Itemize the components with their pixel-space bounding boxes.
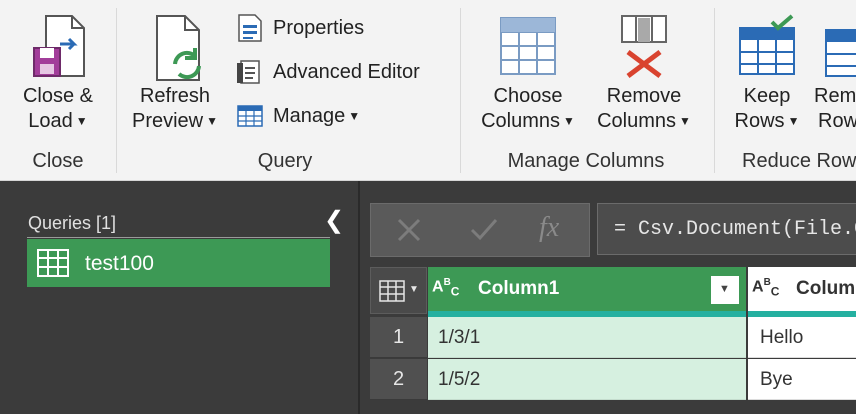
chevron-down-icon: ▼ [348, 109, 361, 123]
properties-icon [238, 14, 262, 42]
remove-columns-label-2: Columns [597, 110, 677, 132]
table-cell[interactable]: 1/5/2 [428, 359, 746, 400]
choose-columns-button[interactable]: Choose Columns ▼ [472, 10, 584, 135]
text-type-icon[interactable]: ABC [752, 277, 779, 299]
remove-rows-label-2: Rows [818, 110, 856, 132]
divider [27, 237, 330, 238]
chevron-down-icon: ▼ [563, 114, 575, 129]
advanced-editor-label: Advanced Editor [273, 60, 420, 83]
column-name: Column1 [478, 278, 560, 299]
separator [116, 8, 117, 173]
text-type-icon[interactable]: ABC [432, 277, 459, 299]
remove-columns-label-1: Remove [606, 85, 682, 107]
chevron-down-icon: ▼ [787, 114, 800, 129]
choose-columns-label-1: Choose [493, 85, 563, 107]
manage-label: Manage [273, 104, 346, 127]
advanced-editor-icon [237, 60, 260, 84]
filter-dropdown-button[interactable]: ▼ [711, 276, 739, 304]
query-group-label: Query [257, 150, 313, 172]
properties-button[interactable]: Properties [235, 12, 364, 44]
keep-rows-label-1: Keep [743, 85, 791, 107]
refresh-label-1: Refresh [139, 85, 211, 107]
keep-rows-icon [739, 14, 795, 75]
column-header-column1[interactable]: ABC ▼ [428, 267, 746, 314]
remove-columns-icon [621, 15, 667, 78]
formula-buttons: fx [370, 203, 590, 257]
ribbon: Close & Load ▼ Close Refresh Preview ▼ Pro… [0, 0, 856, 181]
check-icon[interactable] [469, 216, 499, 244]
manage-columns-group-label: Manage Columns [507, 150, 665, 172]
choose-columns-icon [500, 17, 556, 75]
separator [714, 8, 715, 173]
column2-name-text: Column2 [796, 278, 856, 299]
chevron-left-icon[interactable]: ❮ [324, 206, 344, 235]
table-cell[interactable]: Hello [748, 317, 856, 358]
pane-divider[interactable] [358, 181, 360, 414]
close-load-label-2: Load [28, 110, 73, 132]
manage-button[interactable]: Manage ▼ [235, 100, 360, 132]
remove-rows-button[interactable]: Remove Rows [812, 10, 856, 135]
chevron-down-icon: ▼ [409, 284, 419, 295]
column-name: Column2 [796, 278, 856, 300]
remove-columns-button[interactable]: Remove Columns ▼ [588, 10, 700, 135]
row-number[interactable]: 2 [370, 359, 427, 400]
chevron-down-icon: ▼ [719, 283, 730, 295]
choose-columns-label-2: Columns [481, 110, 561, 132]
fx-icon[interactable]: fx [539, 212, 559, 244]
close-group-label: Close [32, 150, 84, 172]
table-icon [379, 280, 405, 302]
formula-input[interactable]: = Csv.Document(File.Contents( [597, 203, 856, 255]
refresh-label-2: Preview [131, 110, 204, 132]
reduce-rows-label-text: Reduce Rows [742, 150, 856, 172]
row-number[interactable]: 1 [370, 317, 427, 358]
table-icon [237, 105, 263, 127]
refresh-preview-button[interactable]: Refresh Preview ▼ [125, 10, 225, 135]
grid-bottom [370, 400, 856, 414]
query-item-label: test100 [85, 252, 154, 275]
refresh-icon [156, 15, 201, 81]
table-cell[interactable]: Bye [748, 359, 856, 400]
close-load-button[interactable]: Close & Load ▼ [8, 10, 108, 135]
query-item-test100[interactable] [27, 239, 330, 287]
table-cell[interactable]: 1/3/1 [428, 317, 746, 358]
separator [460, 8, 461, 173]
table-menu-button[interactable]: ▼ [370, 267, 427, 314]
keep-rows-button[interactable]: Keep Rows ▼ [726, 10, 808, 135]
remove-rows-label-1: Remove [814, 85, 856, 107]
close-load-icon [33, 15, 85, 77]
chevron-down-icon: ▼ [679, 114, 691, 129]
table-icon [37, 249, 69, 277]
cancel-icon[interactable] [395, 216, 423, 244]
queries-title: Queries [1] [28, 213, 117, 233]
close-load-label-1: Close & [22, 85, 94, 107]
remove-rows-icon [825, 29, 856, 77]
keep-rows-label-2: Rows [734, 110, 785, 132]
advanced-editor-button[interactable]: Advanced Editor [235, 56, 420, 88]
reduce-rows-group-label: Reduce Rows [726, 150, 856, 173]
chevron-down-icon: ▼ [75, 114, 88, 129]
chevron-down-icon: ▼ [206, 114, 219, 129]
properties-label: Properties [273, 16, 365, 39]
